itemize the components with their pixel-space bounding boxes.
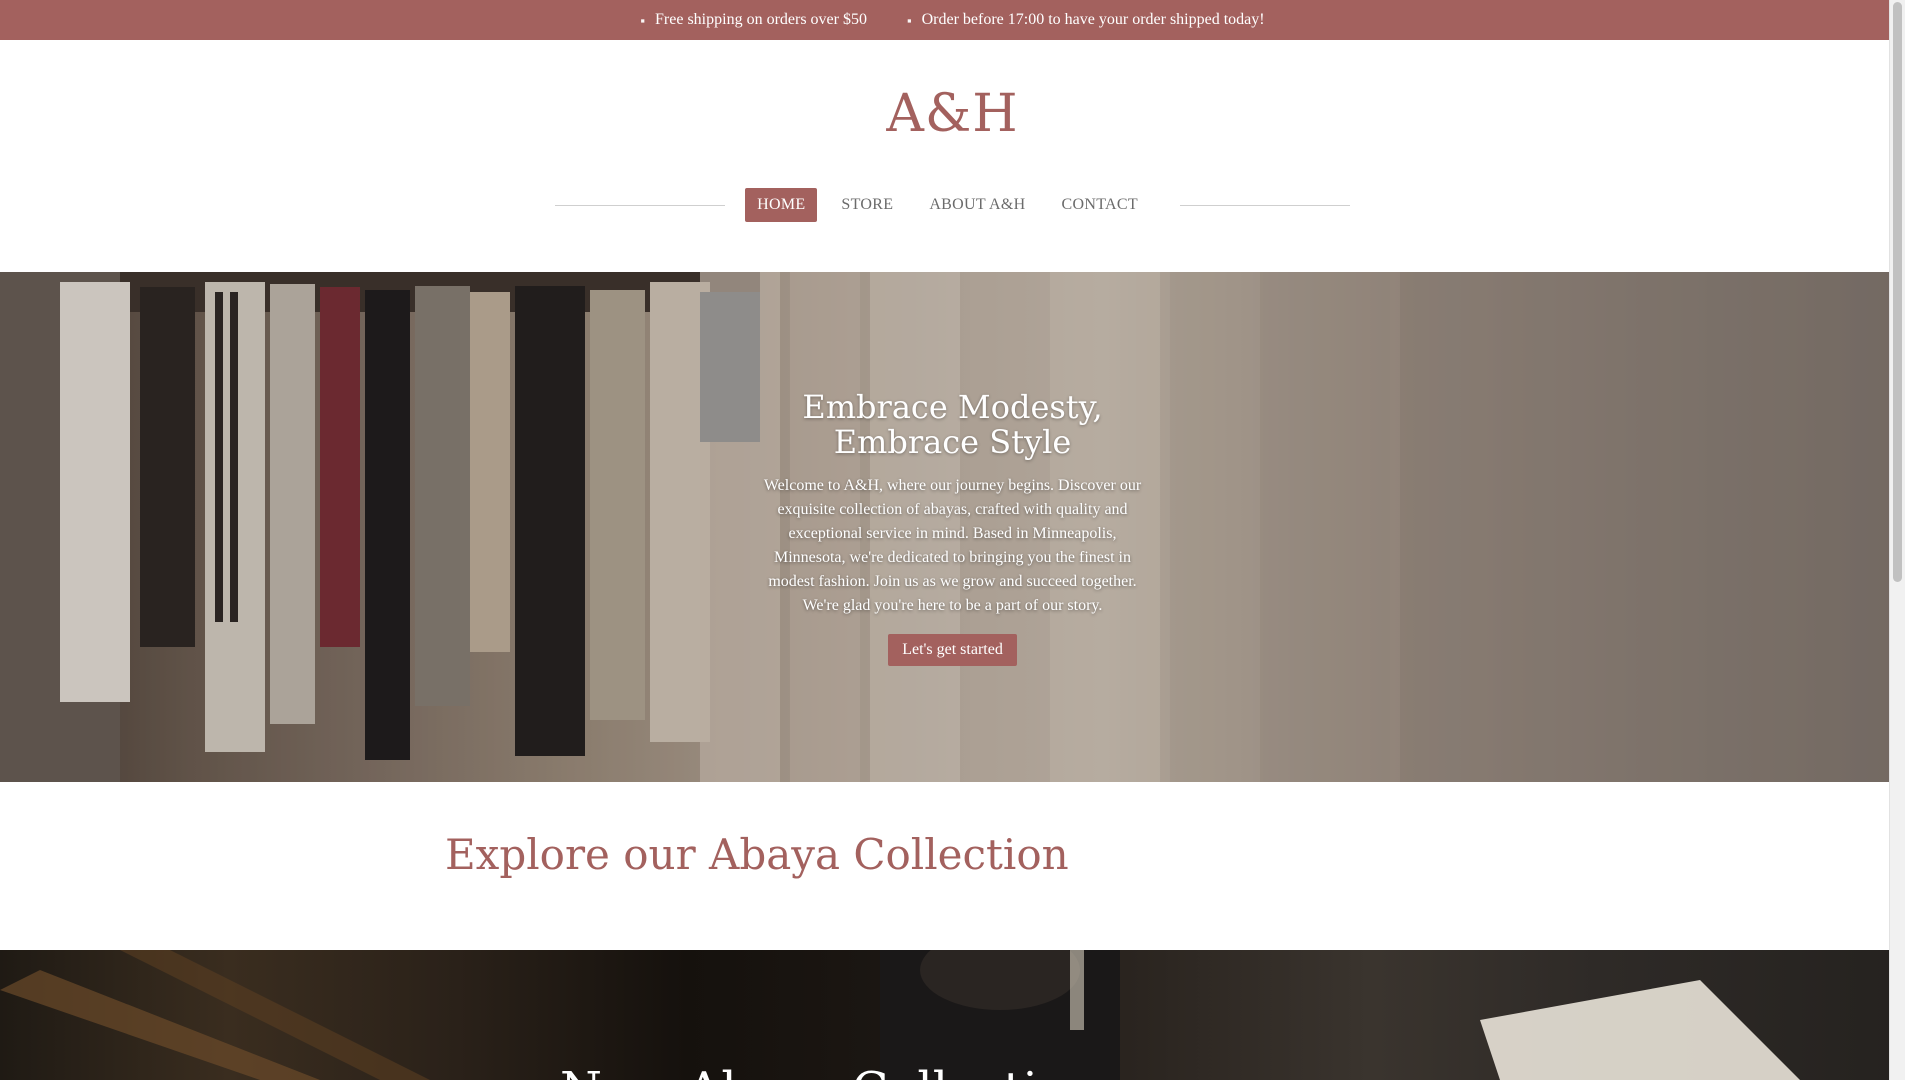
get-started-button[interactable]: Let's get started	[888, 634, 1017, 666]
banner-title: New Abaya Collection	[560, 1062, 1098, 1080]
order-notice: ▪ Order before 17:00 to have your order …	[907, 11, 1265, 29]
scrollbar-thumb[interactable]	[1893, 2, 1902, 582]
truck-icon: ▪	[640, 12, 646, 28]
collection-banner: New Abaya Collection	[0, 950, 1905, 1080]
hero-section: Embrace Modesty, Embrace Style Welcome t…	[0, 272, 1905, 782]
page: ▪ Free shipping on orders over $50 ▪ Ord…	[0, 0, 1905, 1080]
nav-links: HOME STORE ABOUT A&H CONTACT	[745, 188, 1150, 222]
clock-icon: ▪	[906, 12, 912, 28]
nav-about[interactable]: ABOUT A&H	[917, 188, 1037, 222]
nav-contact[interactable]: CONTACT	[1050, 188, 1150, 222]
order-text: Order before 17:00 to have your order sh…	[921, 11, 1265, 28]
banner-image	[0, 950, 1800, 1080]
announcement-bar: ▪ Free shipping on orders over $50 ▪ Ord…	[0, 0, 1905, 40]
main-nav: HOME STORE ABOUT A&H CONTACT	[0, 188, 1905, 222]
nav-divider-left	[555, 204, 726, 206]
site-logo[interactable]: A&H	[0, 84, 1905, 144]
hero-content: Embrace Modesty, Embrace Style Welcome t…	[0, 390, 1905, 666]
nav-home[interactable]: HOME	[745, 188, 818, 222]
hero-title: Embrace Modesty, Embrace Style	[802, 388, 1103, 461]
nav-store[interactable]: STORE	[829, 188, 905, 222]
page-scrollbar[interactable]	[1889, 0, 1905, 1080]
shipping-text: Free shipping on orders over $50	[655, 11, 867, 28]
site-header: A&H HOME STORE ABOUT A&H CONTACT	[0, 40, 1905, 272]
hero-description: Welcome to A&H, where our journey begins…	[763, 477, 1142, 614]
shipping-notice: ▪ Free shipping on orders over $50	[640, 11, 867, 29]
collection-heading: Explore our Abaya Collection	[445, 830, 1069, 879]
nav-divider-right	[1179, 204, 1350, 206]
